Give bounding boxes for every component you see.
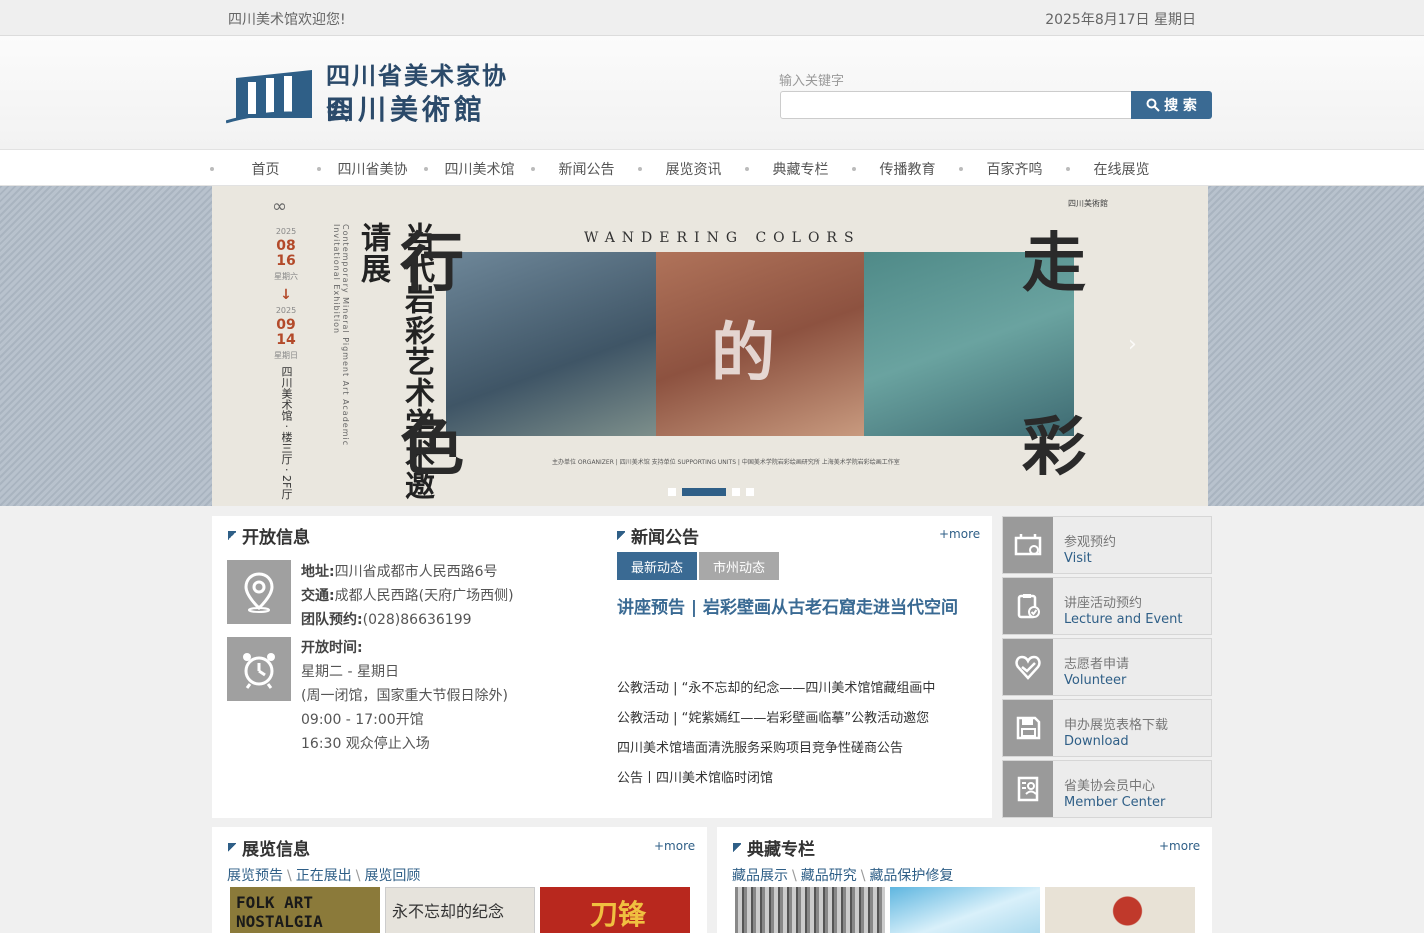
tab-latest-news[interactable]: 最新动态 — [617, 552, 698, 580]
search-button[interactable]: 搜 索 — [1131, 91, 1212, 119]
carousel-dots — [668, 488, 754, 496]
open-info-title: 开放信息 — [228, 523, 310, 548]
banner-organizers: 主办单位 ORGANIZER | 四川美术馆 支持单位 SUPPORTING U… — [552, 459, 900, 466]
main-nav: 首页 四川省美协 四川美术馆 新闻公告 展览资讯 典藏专栏 传播教育 百家齐鸣 … — [0, 149, 1424, 186]
exhibition-thumb[interactable]: 刀锋 — [540, 887, 690, 933]
banner-char-cai: 彩 — [1022, 410, 1086, 485]
member-card-icon — [1003, 761, 1053, 817]
address-block: 地址:四川省成都市人民西路6号 交通:成都人民西路(天府广场西侧) 团队预约:(… — [301, 564, 514, 628]
banner-dates: 2025 08 16 星期六 ↓ 2025 09 14 星期日 — [274, 227, 298, 360]
lecture-booking-link[interactable]: 讲座活动预约 Lecture and Event — [1002, 577, 1212, 635]
search-label: 输入关键字 — [779, 74, 845, 89]
nav-item-museum[interactable]: 四川美术馆 — [424, 150, 533, 187]
exhibition-thumb[interactable]: FOLK ART NOSTALGIA — [230, 887, 380, 933]
infinity-icon: ∞ — [272, 196, 287, 217]
exhibition-preview-link[interactable]: 展览预告 — [227, 868, 283, 884]
nav-item-forum[interactable]: 百家齐鸣 — [959, 150, 1068, 187]
news-title: 新闻公告 — [617, 523, 699, 548]
news-headline[interactable]: 讲座预告 | 岩彩壁画从古老石窟走进当代空间 — [617, 593, 958, 618]
banner-artwork: 的 — [446, 252, 1074, 436]
banner-venue: 四川美术馆 · 楼三厅 · 2F厅 — [280, 366, 293, 500]
logo-mark-icon — [226, 70, 312, 124]
top-bar: 四川美术馆欢迎您! 2025年8月17日 星期日 — [0, 0, 1424, 36]
nav-item-education[interactable]: 传播教育 — [852, 150, 961, 187]
news-list: 公教活动 | “永不忘却的纪念——四川美术馆馆藏组画中 公教活动 | “姹紫嫣红… — [617, 676, 935, 796]
exhibitions-title: 展览信息 — [228, 835, 310, 860]
nav-item-exhibitions[interactable]: 展览资讯 — [638, 150, 747, 187]
carousel-dot-active[interactable] — [682, 488, 726, 496]
collection-conservation-link[interactable]: 藏品保护修复 — [869, 868, 953, 884]
logo-text-line2: 四川美術館 — [326, 93, 487, 126]
search-button-label: 搜 索 — [1164, 98, 1197, 114]
member-center-link[interactable]: 省美协会员中心 Member Center — [1002, 760, 1212, 818]
exhibition-thumb[interactable]: 永不忘却的纪念 — [385, 887, 535, 933]
banner-char-de: 的 — [711, 316, 775, 391]
news-item[interactable]: 公教活动 | “姹紫嫣红——岩彩壁画临摹”公教活动邀您 — [617, 706, 935, 736]
news-item[interactable]: 公教活动 | “永不忘却的纪念——四川美术馆馆藏组画中 — [617, 676, 935, 706]
nav-item-collection[interactable]: 典藏专栏 — [745, 150, 854, 187]
nav-item-association[interactable]: 四川省美协 — [317, 150, 426, 187]
location-icon — [227, 560, 291, 624]
banner-char-zou: 走 — [1022, 226, 1086, 301]
news-item[interactable]: 四川美术馆墙面清洗服务采购项目竞争性磋商公告 — [617, 736, 935, 766]
collection-display-link[interactable]: 藏品展示 — [732, 868, 788, 884]
search-icon — [1146, 98, 1160, 112]
exhibition-sublinks: 展览预告 \ 正在展出 \ 展览回顾 — [227, 868, 421, 884]
banner-museum-logo: 四川美術館 — [1068, 199, 1108, 208]
collection-title: 典藏专栏 — [733, 835, 815, 860]
collection-more-link[interactable]: +more — [1159, 839, 1200, 853]
site-logo[interactable]: 四川省美术家协会 四川美術館 — [226, 56, 516, 128]
volunteer-link[interactable]: 志愿者申请 Volunteer — [1002, 638, 1212, 696]
banner-char-se: 色 — [400, 410, 464, 485]
alarm-clock-icon — [227, 637, 291, 701]
heart-hand-icon — [1003, 639, 1053, 695]
clipboard-check-icon — [1003, 578, 1053, 634]
banner-english-title: WANDERING COLORS — [584, 230, 861, 246]
visit-icon — [1003, 517, 1053, 573]
hours-block: 开放时间: 星期二 - 星期日 (周一闭馆，国家重大节假日除外) 09:00 -… — [301, 640, 508, 752]
collection-research-link[interactable]: 藏品研究 — [801, 868, 857, 884]
download-link[interactable]: 申办展览表格下载 Download — [1002, 699, 1212, 757]
exhibitions-more-link[interactable]: +more — [654, 839, 695, 853]
collection-thumb[interactable] — [735, 887, 885, 933]
banner-carousel[interactable]: ∞ 2025 08 16 星期六 ↓ 2025 09 14 星期日 四川美术馆 … — [212, 186, 1208, 506]
collection-thumb[interactable] — [1045, 887, 1195, 933]
welcome-text: 四川美术馆欢迎您! — [228, 12, 346, 28]
carousel-dot[interactable] — [746, 488, 754, 496]
exhibition-current-link[interactable]: 正在展出 — [296, 868, 352, 884]
news-more-link[interactable]: +more — [939, 527, 980, 541]
nav-item-home[interactable]: 首页 — [210, 150, 319, 187]
banner-char-xing: 行 — [400, 226, 464, 301]
nav-item-online-exhibition[interactable]: 在线展览 — [1066, 150, 1175, 187]
floppy-disk-icon — [1003, 700, 1053, 756]
collection-thumb[interactable] — [890, 887, 1040, 933]
banner-subtitle: Contemporary Mineral Pigment Art Academi… — [332, 224, 350, 447]
news-tabs: 最新动态 市州动态 — [617, 552, 780, 580]
carousel-dot[interactable] — [668, 488, 676, 496]
tab-city-news[interactable]: 市州动态 — [699, 552, 780, 580]
search-input[interactable] — [780, 91, 1132, 119]
date-text: 2025年8月17日 星期日 — [1045, 12, 1196, 28]
carousel-dot[interactable] — [732, 488, 740, 496]
carousel-next-arrow[interactable]: › — [1128, 332, 1137, 357]
news-item[interactable]: 公告丨四川美术馆临时闭馆 — [617, 766, 935, 796]
visit-booking-link[interactable]: 参观预约 Visit — [1002, 516, 1212, 574]
collection-sublinks: 藏品展示 \ 藏品研究 \ 藏品保护修复 — [732, 868, 954, 884]
nav-item-news[interactable]: 新闻公告 — [531, 150, 640, 187]
exhibition-review-link[interactable]: 展览回顾 — [364, 868, 420, 884]
